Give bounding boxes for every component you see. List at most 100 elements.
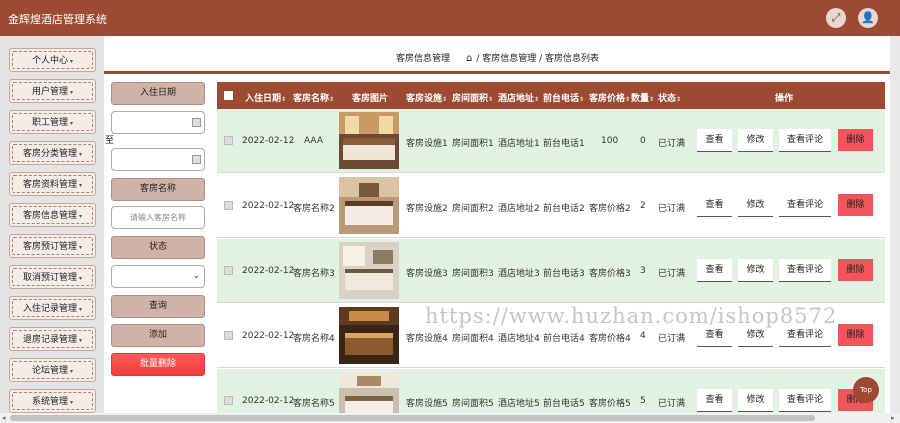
chevron-down-icon: ▾ (70, 58, 74, 65)
scrollbar-thumb[interactable] (10, 415, 815, 421)
sidebar-item-personal-center[interactable]: 个人中心 ▾ (9, 48, 96, 72)
cell-date: 2022-02-12 (242, 331, 295, 341)
delete-button[interactable]: 删除 (838, 129, 873, 151)
batch-delete-button[interactable]: 批量删除 (111, 353, 205, 376)
chevron-down-icon: ▾ (79, 213, 83, 220)
cell-status: 已订满 (658, 399, 686, 409)
delete-button[interactable]: 删除 (838, 259, 873, 281)
column-header: 操作 (775, 94, 794, 104)
column-header[interactable]: 入住日期⇕ (245, 91, 286, 104)
room-thumbnail (339, 112, 399, 169)
chevron-down-icon: ▾ (79, 275, 83, 282)
delete-button[interactable]: 删除 (838, 324, 873, 346)
cell-status: 已订满 (658, 204, 686, 214)
chevron-down-icon: ▾ (79, 244, 83, 251)
view-reviews-button[interactable]: 查看评论 (779, 194, 831, 217)
view-button[interactable]: 查看 (697, 259, 732, 282)
sidebar-item-label: 系统管理 (31, 397, 68, 407)
column-header[interactable]: 客房价格⇕ (589, 91, 630, 104)
cell-count: 2 (640, 201, 646, 211)
chevron-down-icon: ▾ (79, 306, 83, 313)
cell-price: 客房价格5 (589, 399, 631, 409)
cell-phone: 前台电话3 (543, 269, 585, 279)
cell-phone: 前台电话1 (543, 139, 585, 149)
sidebar: 个人中心 ▾ 用户管理 ▾ 职工管理 ▾ 客房分类管理 ▾ 客房资料管理 ▾ 客房信息管理… (0, 36, 104, 423)
edit-button[interactable]: 修改 (738, 259, 773, 282)
sidebar-item-users[interactable]: 用户管理 ▾ (9, 79, 96, 103)
back-to-top-button[interactable]: Top (853, 377, 879, 403)
sidebar-item-label: 退房记录管理 (22, 335, 77, 345)
sidebar-item-cancel-booking[interactable]: 取消预订管理 ▾ (9, 265, 96, 289)
column-header[interactable]: 前台电话⇕ (543, 91, 584, 104)
view-button[interactable]: 查看 (697, 194, 732, 217)
sidebar-item-booking[interactable]: 客房预订管理 ▾ (9, 234, 96, 258)
cell-area: 房间面积4 (452, 334, 494, 344)
room-table: 入住日期⇕ 客房名称⇕ 客房图片 客房设施⇕ 房间面积⇕ 酒店地址⇕ 前台电话⇕… (217, 82, 885, 423)
top-header: 金辉煌酒店管理系统 ⤢ 👤 (0, 0, 900, 36)
cell-count: 0 (640, 136, 646, 146)
cell-price: 客房价格4 (589, 334, 631, 344)
sidebar-item-system[interactable]: 系统管理 ▾ (9, 389, 96, 413)
row-checkbox[interactable] (224, 331, 233, 340)
breadcrumb-trail: / 客房信息管理 / 客房信息列表 (476, 54, 600, 64)
room-thumbnail (339, 307, 399, 364)
sidebar-item-room-category[interactable]: 客房分类管理 ▾ (9, 141, 96, 165)
sidebar-item-checkout-records[interactable]: 退房记录管理 ▾ (9, 327, 96, 351)
sort-icon: ⇕ (579, 96, 585, 103)
sidebar-item-room-info[interactable]: 客房信息管理 ▾ (9, 203, 96, 227)
row-checkbox[interactable] (224, 201, 233, 210)
sort-icon: ⇕ (281, 96, 287, 103)
view-reviews-button[interactable]: 查看评论 (779, 389, 831, 412)
sort-icon: ⇕ (442, 96, 448, 103)
column-header[interactable]: 酒店地址⇕ (498, 91, 539, 104)
row-checkbox[interactable] (224, 266, 233, 275)
checkin-end-date-input[interactable] (111, 148, 205, 171)
room-name-input[interactable]: 请输入客房名称 (111, 206, 205, 229)
row-checkbox[interactable] (224, 396, 233, 405)
edit-button[interactable]: 修改 (738, 194, 773, 217)
column-header[interactable]: 客房设施⇕ (406, 91, 447, 104)
sidebar-item-staff[interactable]: 职工管理 ▾ (9, 110, 96, 134)
view-reviews-button[interactable]: 查看评论 (779, 259, 831, 282)
view-button[interactable]: 查看 (697, 389, 732, 412)
column-header[interactable]: 状态⇕ (658, 91, 681, 104)
cell-phone: 前台电话2 (543, 204, 585, 214)
sort-icon: ⇕ (676, 96, 682, 103)
column-header[interactable]: 房间面积⇕ (452, 91, 493, 104)
status-select[interactable]: ⌄ (111, 265, 205, 288)
sidebar-item-label: 入住记录管理 (22, 304, 77, 314)
cell-name: 客房名称2 (293, 204, 335, 214)
home-icon[interactable]: ⌂ (466, 53, 472, 64)
column-header[interactable]: 客房名称⇕ (293, 91, 334, 104)
delete-button[interactable]: 删除 (838, 194, 873, 216)
horizontal-scrollbar[interactable]: ◂ ▸ (0, 413, 900, 423)
select-all-checkbox[interactable] (224, 91, 233, 100)
cell-price: 100 (601, 136, 619, 146)
sidebar-item-checkin-records[interactable]: 入住记录管理 ▾ (9, 296, 96, 320)
sidebar-item-label: 职工管理 (31, 118, 68, 128)
scroll-right-icon[interactable]: ▸ (891, 414, 895, 422)
cell-date: 2022-02-12 (242, 136, 295, 146)
room-thumbnail (339, 177, 399, 234)
edit-button[interactable]: 修改 (738, 389, 773, 412)
scroll-left-icon[interactable]: ◂ (2, 414, 6, 422)
view-reviews-button[interactable]: 查看评论 (779, 129, 831, 152)
expand-icon[interactable]: ⤢ (826, 8, 846, 28)
user-icon[interactable]: 👤 (858, 8, 878, 28)
search-button[interactable]: 查询 (111, 295, 205, 318)
cell-area: 房间面积2 (452, 204, 494, 214)
row-checkbox[interactable] (224, 136, 233, 145)
edit-button[interactable]: 修改 (738, 129, 773, 152)
add-button[interactable]: 添加 (111, 324, 205, 347)
sidebar-item-forum[interactable]: 论坛管理 ▾ (9, 358, 96, 382)
chevron-down-icon: ▾ (70, 89, 74, 96)
column-header[interactable]: 数量⇕ (631, 91, 654, 104)
sidebar-item-label: 客房信息管理 (22, 211, 77, 221)
app-title: 金辉煌酒店管理系统 (8, 13, 107, 26)
checkin-start-date-input[interactable] (111, 111, 205, 134)
sidebar-item-label: 论坛管理 (31, 366, 68, 376)
view-button[interactable]: 查看 (697, 129, 732, 152)
sidebar-item-room-profile[interactable]: 客房资料管理 ▾ (9, 172, 96, 196)
cell-facility: 客房设施5 (406, 399, 448, 409)
chevron-down-icon: ▾ (70, 399, 74, 406)
